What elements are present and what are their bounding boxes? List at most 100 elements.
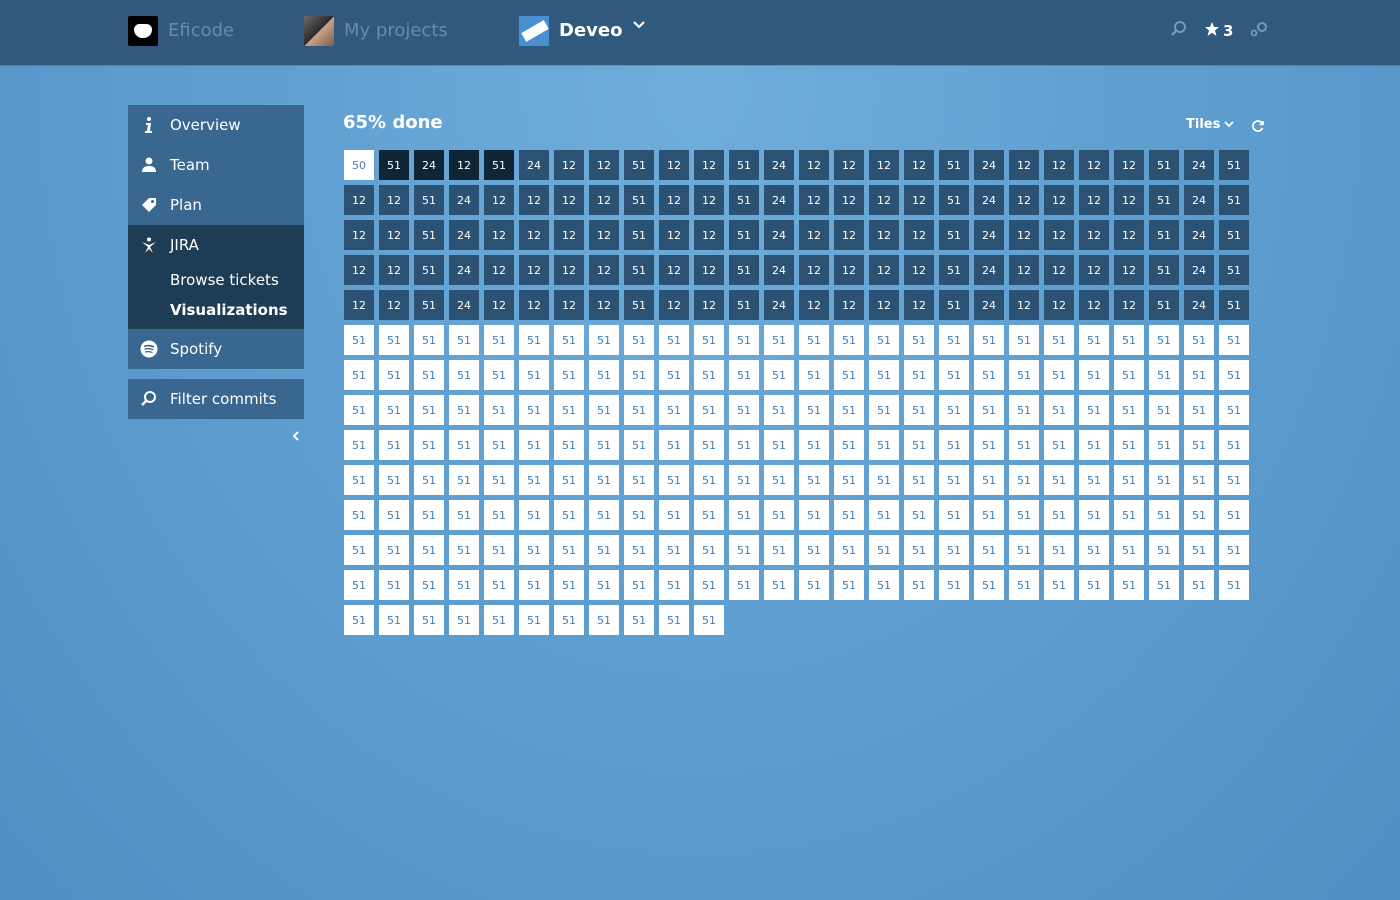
- ticket-tile[interactable]: 51: [659, 325, 689, 355]
- ticket-tile[interactable]: 51: [344, 570, 374, 600]
- ticket-tile[interactable]: 51: [1044, 395, 1074, 425]
- ticket-tile[interactable]: 51: [519, 500, 549, 530]
- ticket-tile[interactable]: 51: [1079, 325, 1109, 355]
- ticket-tile[interactable]: 51: [799, 395, 829, 425]
- ticket-tile[interactable]: 12: [1114, 255, 1144, 285]
- ticket-tile[interactable]: 51: [729, 185, 759, 215]
- ticket-tile[interactable]: 51: [414, 220, 444, 250]
- ticket-tile[interactable]: 12: [834, 255, 864, 285]
- ticket-tile[interactable]: 51: [1044, 500, 1074, 530]
- ticket-tile[interactable]: 51: [764, 325, 794, 355]
- ticket-tile[interactable]: 51: [834, 465, 864, 495]
- ticket-tile[interactable]: 12: [1044, 255, 1074, 285]
- ticket-tile[interactable]: 51: [729, 570, 759, 600]
- ticket-tile[interactable]: 51: [799, 500, 829, 530]
- ticket-tile[interactable]: 51: [939, 290, 969, 320]
- ticket-tile[interactable]: 51: [1219, 220, 1249, 250]
- ticket-tile[interactable]: 24: [1184, 255, 1214, 285]
- project-breadcrumb[interactable]: Deveo: [519, 15, 646, 46]
- ticket-tile[interactable]: 24: [1184, 290, 1214, 320]
- ticket-tile[interactable]: 24: [449, 255, 479, 285]
- ticket-tile[interactable]: 12: [799, 185, 829, 215]
- ticket-tile[interactable]: 51: [1114, 570, 1144, 600]
- ticket-tile[interactable]: 51: [974, 430, 1004, 460]
- ticket-tile[interactable]: 12: [904, 150, 934, 180]
- ticket-tile[interactable]: 51: [379, 535, 409, 565]
- ticket-tile[interactable]: 24: [764, 150, 794, 180]
- ticket-tile[interactable]: 12: [519, 220, 549, 250]
- ticket-tile[interactable]: 51: [344, 605, 374, 635]
- ticket-tile[interactable]: 51: [1149, 150, 1179, 180]
- ticket-tile[interactable]: 51: [554, 500, 584, 530]
- ticket-tile[interactable]: 24: [764, 220, 794, 250]
- ticket-tile[interactable]: 12: [869, 150, 899, 180]
- ticket-tile[interactable]: 51: [624, 255, 654, 285]
- ticket-tile[interactable]: 51: [659, 570, 689, 600]
- ticket-tile[interactable]: 50: [344, 150, 374, 180]
- ticket-tile[interactable]: 51: [729, 220, 759, 250]
- ticket-tile[interactable]: 51: [1184, 395, 1214, 425]
- ticket-tile[interactable]: 12: [1044, 150, 1074, 180]
- ticket-tile[interactable]: 12: [589, 185, 619, 215]
- ticket-tile[interactable]: 24: [974, 255, 1004, 285]
- ticket-tile[interactable]: 12: [589, 255, 619, 285]
- ticket-tile[interactable]: 12: [344, 185, 374, 215]
- chevron-down-icon[interactable]: [632, 20, 646, 34]
- ticket-tile[interactable]: 51: [1149, 325, 1179, 355]
- ticket-tile[interactable]: 51: [799, 570, 829, 600]
- ticket-tile[interactable]: 51: [939, 325, 969, 355]
- ticket-tile[interactable]: 51: [344, 465, 374, 495]
- ticket-tile[interactable]: 51: [1219, 290, 1249, 320]
- ticket-tile[interactable]: 51: [1114, 325, 1144, 355]
- ticket-tile[interactable]: 12: [694, 255, 724, 285]
- ticket-tile[interactable]: 51: [799, 360, 829, 390]
- ticket-tile[interactable]: 51: [1184, 465, 1214, 495]
- ticket-tile[interactable]: 12: [834, 220, 864, 250]
- ticket-tile[interactable]: 51: [519, 535, 549, 565]
- ticket-tile[interactable]: 51: [1219, 325, 1249, 355]
- ticket-tile[interactable]: 51: [1079, 570, 1109, 600]
- ticket-tile[interactable]: 12: [904, 255, 934, 285]
- ticket-tile[interactable]: 51: [519, 605, 549, 635]
- sidebar-item-plan[interactable]: Plan: [128, 185, 304, 225]
- ticket-tile[interactable]: 51: [764, 535, 794, 565]
- ticket-tile[interactable]: 51: [379, 395, 409, 425]
- ticket-tile[interactable]: 51: [1184, 570, 1214, 600]
- ticket-tile[interactable]: 51: [939, 430, 969, 460]
- ticket-tile[interactable]: 24: [1184, 220, 1214, 250]
- ticket-tile[interactable]: 51: [729, 150, 759, 180]
- ticket-tile[interactable]: 51: [1009, 500, 1039, 530]
- view-mode-dropdown[interactable]: Tiles: [1186, 117, 1234, 132]
- ticket-tile[interactable]: 51: [904, 395, 934, 425]
- ticket-tile[interactable]: 12: [484, 290, 514, 320]
- ticket-tile[interactable]: 12: [484, 185, 514, 215]
- ticket-tile[interactable]: 51: [484, 430, 514, 460]
- ticket-tile[interactable]: 51: [1009, 360, 1039, 390]
- ticket-tile[interactable]: 51: [1219, 535, 1249, 565]
- ticket-tile[interactable]: 12: [1079, 150, 1109, 180]
- ticket-tile[interactable]: 12: [1079, 185, 1109, 215]
- ticket-tile[interactable]: 51: [1219, 500, 1249, 530]
- ticket-tile[interactable]: 12: [1044, 185, 1074, 215]
- ticket-tile[interactable]: 51: [449, 430, 479, 460]
- ticket-tile[interactable]: 51: [659, 360, 689, 390]
- ticket-tile[interactable]: 51: [624, 360, 654, 390]
- ticket-tile[interactable]: 51: [1149, 255, 1179, 285]
- ticket-tile[interactable]: 51: [694, 570, 724, 600]
- ticket-tile[interactable]: 12: [484, 220, 514, 250]
- ticket-tile[interactable]: 51: [834, 360, 864, 390]
- ticket-tile[interactable]: 51: [974, 500, 1004, 530]
- ticket-tile[interactable]: 51: [1044, 535, 1074, 565]
- ticket-tile[interactable]: 12: [834, 185, 864, 215]
- ticket-tile[interactable]: 51: [1219, 570, 1249, 600]
- ticket-tile[interactable]: 51: [379, 465, 409, 495]
- ticket-tile[interactable]: 51: [694, 605, 724, 635]
- ticket-tile[interactable]: 51: [834, 325, 864, 355]
- ticket-tile[interactable]: 12: [554, 185, 584, 215]
- ticket-tile[interactable]: 12: [589, 220, 619, 250]
- ticket-tile[interactable]: 51: [414, 570, 444, 600]
- ticket-tile[interactable]: 51: [379, 360, 409, 390]
- ticket-tile[interactable]: 51: [624, 395, 654, 425]
- ticket-tile[interactable]: 51: [519, 430, 549, 460]
- ticket-tile[interactable]: 51: [589, 325, 619, 355]
